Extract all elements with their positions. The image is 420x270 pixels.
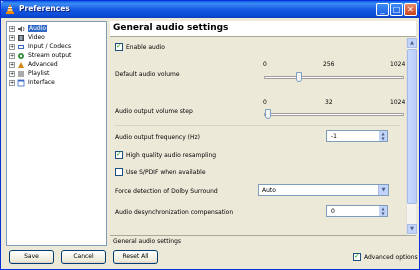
spin-buttons: ▲ ▼ (379, 206, 387, 216)
dolby-combobox[interactable]: Auto ▼ (258, 184, 389, 196)
save-button[interactable]: Save (9, 250, 54, 264)
panel-title: General audio settings (113, 23, 229, 33)
expand-icon[interactable]: + (9, 61, 15, 68)
enable-audio-label: Enable audio (126, 44, 165, 51)
spin-down-icon[interactable]: ▼ (379, 211, 387, 216)
dolby-value: Auto (262, 187, 276, 194)
scrollbar-thumb[interactable] (407, 49, 417, 204)
button-bar: Save Cancel Reset All Advanced options (1, 248, 419, 269)
desync-label: Audio desynchronization compensation (115, 209, 234, 216)
frequency-label: Audio output frequency (Hz) (115, 134, 201, 141)
title-bar[interactable]: Preferences _ □ ✕ (1, 1, 419, 18)
step-min-label: 0 (263, 99, 267, 106)
advanced-options-label: Advanced options (364, 254, 418, 261)
scroll-down-icon[interactable]: ▼ (407, 224, 417, 234)
panel-header: General audio settings (110, 21, 416, 37)
expand-icon[interactable]: + (9, 52, 15, 59)
advanced-options-checkbox[interactable] (353, 252, 361, 261)
vertical-scrollbar[interactable]: ▲ ▼ (406, 38, 417, 235)
default-volume-track (264, 76, 404, 79)
chevron-down-icon[interactable]: ▼ (378, 185, 388, 195)
resampling-label: High quality audio resampling (126, 152, 217, 159)
spdif-checkbox[interactable] (115, 168, 123, 176)
stream-icon (18, 52, 24, 59)
output-step-slider[interactable] (265, 109, 272, 119)
film-icon (18, 34, 24, 41)
vlc-cone-icon (6, 4, 14, 14)
step-mid-label: 32 (325, 99, 333, 106)
tree-item-stream-output[interactable]: + Stream output (9, 51, 71, 60)
expand-icon[interactable]: + (9, 79, 15, 86)
desync-spinbox[interactable]: 0 ▲ ▼ (326, 205, 388, 217)
advanced-icon (18, 61, 24, 68)
frequency-spinbox[interactable]: -1 ▲ ▼ (326, 130, 388, 142)
tree-item-label: Input / Codecs (28, 43, 72, 50)
input-icon (18, 44, 24, 49)
expand-icon[interactable]: + (9, 43, 15, 50)
tree-item-advanced[interactable]: + Advanced (9, 60, 58, 69)
interface-icon (17, 79, 25, 86)
expand-icon[interactable]: + (9, 34, 15, 41)
tree-item-playlist[interactable]: + Playlist (9, 69, 49, 78)
spdif-label: Use S/PDIF when available (126, 169, 206, 176)
volume-max-label: 1024 (390, 61, 406, 68)
output-step-label: Audio output volume step (115, 108, 193, 115)
tree-item-audio[interactable]: + Audio (9, 24, 48, 33)
spin-down-icon[interactable]: ▼ (379, 136, 387, 141)
panel-status-text: General audio settings (113, 238, 182, 245)
expand-icon[interactable]: + (9, 70, 15, 77)
output-step-track (264, 113, 404, 116)
speaker-icon (18, 25, 25, 32)
panel-status: General audio settings (110, 235, 416, 246)
preferences-window: Preferences _ □ ✕ + Audio + Video + Inpu… (0, 0, 420, 270)
settings-scroll-area[interactable]: Enable audio 0 256 1024 Default audio vo… (110, 38, 417, 235)
frequency-value: -1 (331, 133, 337, 140)
tree-item-video[interactable]: + Video (9, 33, 45, 42)
volume-mid-label: 256 (323, 61, 335, 68)
default-volume-label: Default audio volume (115, 71, 180, 78)
category-tree: + Audio + Video + Input / Codecs + Strea… (6, 21, 107, 246)
reset-all-button[interactable]: Reset All (113, 250, 158, 264)
cancel-button[interactable]: Cancel (61, 250, 106, 264)
scroll-up-icon[interactable]: ▲ (407, 38, 417, 48)
separator (115, 125, 400, 126)
spin-buttons: ▲ ▼ (379, 131, 387, 141)
tree-item-label: Audio (28, 25, 48, 32)
expand-icon[interactable]: + (9, 25, 15, 32)
desync-value: 0 (331, 208, 335, 215)
dolby-label: Force detection of Dolby Surround (115, 188, 218, 195)
settings-panel: General audio settings Enable audio 0 25… (110, 21, 417, 246)
tree-item-label: Video (28, 34, 45, 41)
tree-item-label: Advanced (28, 61, 58, 68)
tree-item-label: Stream output (28, 52, 72, 59)
playlist-icon (18, 71, 24, 76)
enable-audio-checkbox[interactable] (115, 42, 123, 51)
step-max-label: 1024 (390, 99, 406, 106)
resampling-checkbox[interactable] (115, 150, 123, 159)
minimize-button[interactable]: _ (376, 3, 389, 16)
tree-item-interface[interactable]: + Interface (9, 78, 55, 87)
volume-min-label: 0 (263, 61, 267, 68)
tree-item-label: Interface (28, 79, 55, 86)
close-button[interactable]: ✕ (404, 3, 417, 16)
maximize-button[interactable]: □ (390, 3, 403, 16)
tree-item-input-codecs[interactable]: + Input / Codecs (9, 42, 71, 51)
default-volume-slider[interactable] (296, 72, 302, 82)
tree-item-label: Playlist (28, 70, 50, 77)
window-title: Preferences (19, 4, 70, 13)
